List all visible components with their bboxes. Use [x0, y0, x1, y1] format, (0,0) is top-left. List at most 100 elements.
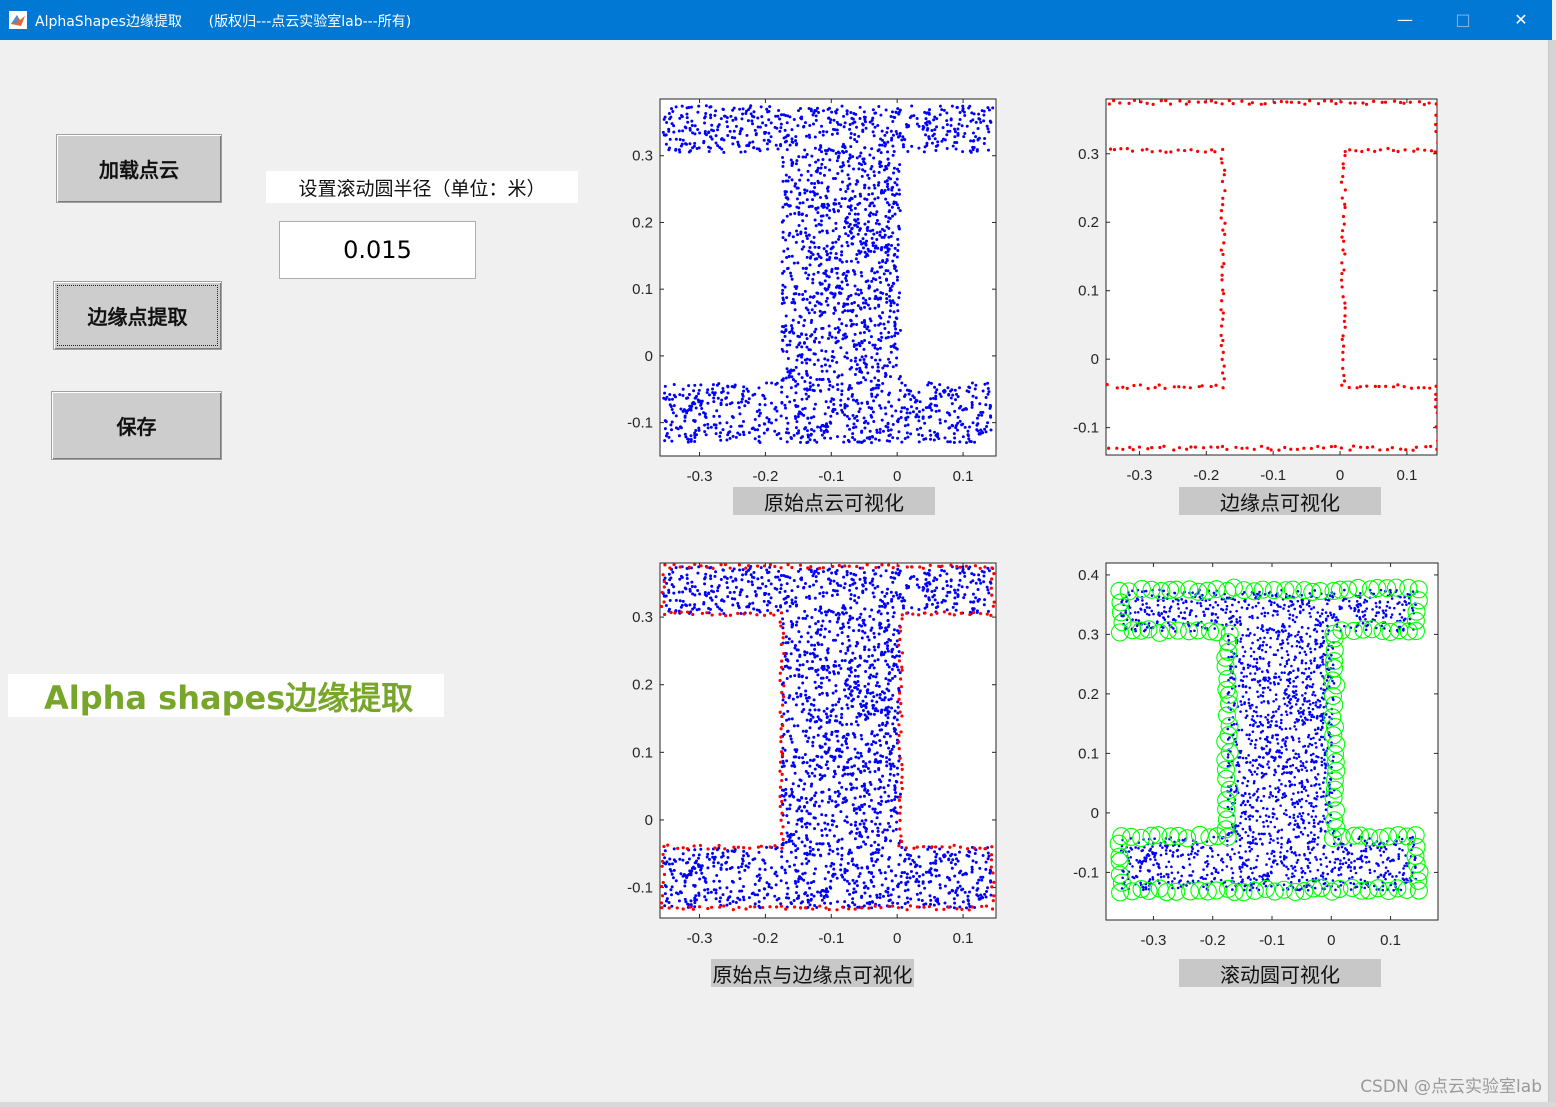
point-marker — [871, 706, 875, 710]
point-marker — [724, 396, 728, 400]
point-marker — [875, 352, 879, 356]
x-tick-label: -0.1 — [818, 468, 844, 485]
edge-point-marker — [793, 905, 797, 909]
edge-point-marker — [681, 846, 685, 850]
point-marker — [825, 130, 829, 134]
point-marker — [729, 425, 733, 429]
point-marker — [957, 583, 961, 587]
point-marker — [809, 321, 813, 325]
point-marker — [823, 627, 827, 631]
point-marker — [726, 898, 730, 902]
point-marker — [917, 898, 921, 902]
edge-point-marker — [1177, 446, 1182, 450]
point-marker — [760, 576, 764, 580]
point-marker — [905, 431, 909, 435]
point-marker — [754, 594, 758, 598]
point-marker — [830, 132, 834, 136]
edge-point-marker — [930, 845, 934, 849]
point-marker — [977, 112, 981, 116]
point-marker — [829, 879, 833, 883]
point-marker — [880, 188, 884, 192]
point-marker — [871, 122, 875, 126]
point-marker — [938, 857, 942, 861]
point-marker — [712, 864, 716, 868]
edge-point-marker — [1221, 371, 1225, 375]
point-marker — [808, 295, 812, 299]
point-marker — [928, 894, 932, 898]
point-marker — [833, 660, 837, 664]
point-marker — [711, 383, 715, 387]
point-marker — [929, 898, 933, 902]
edge-point-marker — [1343, 205, 1347, 210]
point-marker — [905, 876, 909, 880]
y-tick-label: 0.2 — [1078, 214, 1099, 231]
edge-point-marker — [896, 564, 900, 568]
point-marker — [922, 437, 926, 441]
y-tick-label: 0.1 — [632, 744, 653, 761]
point-marker — [840, 180, 844, 184]
point-marker — [956, 127, 960, 131]
point-marker — [895, 356, 899, 360]
point-marker — [791, 235, 795, 239]
edge-point-marker — [984, 904, 989, 908]
point-marker — [882, 272, 886, 276]
point-marker — [743, 404, 747, 408]
point-marker — [851, 578, 855, 582]
edge-point-marker — [786, 563, 790, 567]
edge-point-marker — [1101, 109, 1104, 112]
point-marker — [845, 815, 849, 819]
edge-point-marker — [668, 566, 672, 570]
point-marker — [889, 575, 893, 579]
point-marker — [862, 361, 866, 365]
point-marker — [790, 598, 794, 602]
point-marker — [767, 118, 771, 122]
point-marker — [890, 597, 894, 601]
point-marker — [797, 686, 801, 690]
point-marker — [945, 111, 949, 115]
point-marker — [739, 588, 743, 592]
point-marker — [858, 834, 862, 838]
point-marker — [850, 197, 854, 201]
point-marker — [804, 333, 808, 337]
point-marker — [840, 322, 844, 326]
point-marker — [850, 689, 854, 693]
point-marker — [713, 855, 717, 859]
point-marker — [844, 787, 848, 791]
point-marker — [887, 821, 891, 825]
point-marker — [832, 370, 836, 374]
point-marker — [905, 411, 909, 415]
point-marker — [852, 629, 856, 633]
point-marker — [829, 579, 833, 583]
point-marker — [844, 190, 848, 194]
point-marker — [886, 253, 890, 257]
point-marker — [858, 714, 862, 718]
point-marker — [903, 424, 907, 428]
point-marker — [681, 138, 685, 142]
point-marker — [823, 287, 827, 291]
point-marker — [834, 240, 838, 244]
point-marker — [876, 811, 880, 815]
point-marker — [665, 432, 669, 436]
point-marker — [719, 896, 723, 900]
point-marker — [785, 440, 789, 444]
point-marker — [717, 382, 721, 386]
point-marker — [894, 791, 898, 795]
edge-point-marker — [847, 564, 851, 568]
point-marker — [847, 225, 851, 229]
point-marker — [802, 707, 806, 711]
point-marker — [817, 571, 821, 575]
point-marker — [826, 822, 830, 826]
point-marker — [843, 219, 847, 223]
point-marker — [968, 386, 972, 390]
point-marker — [672, 847, 676, 851]
point-marker — [963, 425, 967, 429]
point-marker — [845, 703, 849, 707]
point-marker — [866, 710, 870, 714]
point-marker — [850, 765, 854, 769]
point-marker — [879, 871, 883, 875]
point-marker — [765, 381, 769, 385]
edge-point-marker — [1150, 150, 1154, 154]
edge-point-marker — [1342, 222, 1346, 226]
point-marker — [780, 324, 784, 328]
point-marker — [870, 201, 874, 205]
